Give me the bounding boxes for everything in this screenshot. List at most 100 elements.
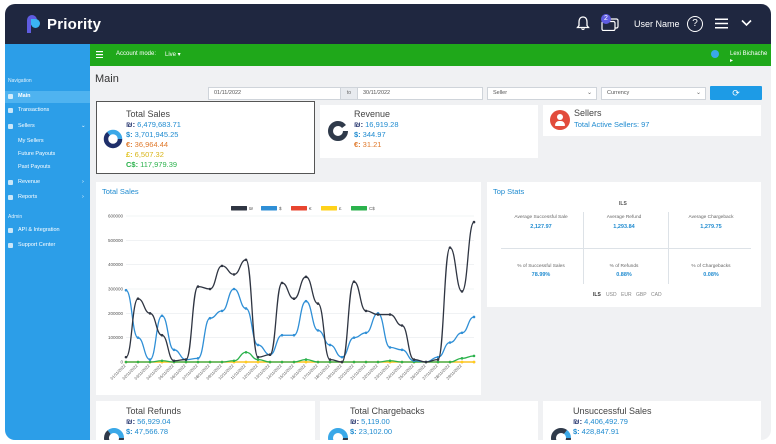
unsuccessful-sales-card[interactable]: Unsuccessful Sales ₪: 4,406,492.79 $: 428,… [543,401,761,440]
total-refunds-usd: $: 47,566.78 [126,427,169,436]
data-point [376,360,380,364]
data-point [304,275,308,279]
data-point [244,258,248,262]
bell-icon[interactable] [576,16,590,31]
data-point [280,281,284,285]
data-point [304,358,308,361]
total-refunds-ils: ₪: 56,929.04 [126,417,171,426]
data-point [292,333,296,337]
data-point [364,309,368,313]
total-chargebacks-title: Total Chargebacks [350,406,425,416]
data-point [268,353,272,356]
currency-tab-eur[interactable]: EUR [621,292,632,298]
data-point [256,355,260,359]
data-point [244,307,248,310]
total-sales-card[interactable]: Total Sales ₪: 6,479,683.71 $: 3,701,945.2… [96,101,315,174]
data-point [328,358,332,361]
donut-chart-icon [551,428,571,440]
sellers-title: Sellers [574,108,602,118]
data-point [472,315,476,319]
date-range-to-label: to [341,87,357,100]
globe-icon[interactable] [711,50,719,58]
seller-select[interactable]: Seller ⌄ [487,87,597,100]
account-mode-select[interactable]: Live ▾ [165,51,181,58]
revenue-card[interactable]: Revenue ₪: 16,919.28 $: 344.97 €: 31.21 [320,105,538,158]
account-mode-label: Account mode: [116,51,157,57]
data-point [124,288,128,292]
account-mode-bar: Account mode: Live ▾ Lexi Bichache ▸ [90,44,771,66]
date-from-input[interactable]: 01/11/2022 [208,87,341,100]
revenue-usd: $: 344.97 [354,130,386,139]
legend-swatch [351,206,367,211]
total-chargebacks-ils: ₪: 5,119.00 [350,417,390,426]
data-point [460,360,464,364]
legend-label: C$ [369,206,375,211]
pct-refunds-label: % of Refunds [609,264,639,269]
refresh-button[interactable]: ⟳ [710,86,762,100]
currency-tab-ils[interactable]: ILS [593,292,601,298]
currency-select[interactable]: Currency ⌄ [601,87,706,100]
data-point [400,348,404,352]
total-sales-eur: €: 36,964.44 [126,140,169,149]
currency-tab-usd[interactable]: USD [606,292,617,298]
data-point [400,324,404,327]
pct-successful-sales-label: % of Successful Sales [517,264,565,269]
total-refunds-card[interactable]: Total Refunds ₪: 56,929.04 $: 47,566.78 [96,401,315,440]
data-point [388,359,392,363]
data-point [340,360,344,364]
data-point [184,358,188,361]
revenue-title: Revenue [354,109,391,119]
donut-chart-icon [328,121,348,141]
top-stats-currency: ILS [619,201,627,207]
logo[interactable]: Priority [27,15,101,33]
data-point [448,246,452,249]
total-refunds-title: Total Refunds [126,406,182,416]
chevron-down-icon[interactable] [741,19,752,27]
avg-refund-label: Average Refund [606,215,642,220]
data-point [160,333,164,337]
data-point [328,360,332,364]
sidebar-item-past-payouts[interactable]: Past Payouts [18,164,50,170]
legend-label: ₪ [249,206,253,211]
grid-menu-icon[interactable] [96,51,103,58]
data-point [436,358,440,361]
data-point [388,346,392,349]
data-point [196,285,200,288]
legend-swatch [321,206,337,211]
date-to-input[interactable]: 30/11/2022 [357,87,483,100]
data-point [244,350,248,354]
data-point [124,355,128,359]
total-sales-cad: C$: 117,979.39 [126,160,178,169]
data-point [160,359,164,363]
notification-badge: 2 [601,14,611,24]
data-point [436,360,440,364]
total-chargebacks-card[interactable]: Total Chargebacks ₪: 5,119.00 $: 23,102.00 [320,401,538,440]
y-tick-label: 600000 [108,214,124,219]
data-point [256,360,260,364]
sellers-card[interactable]: Sellers Total Active Sellers: 97 [543,105,761,136]
help-icon[interactable]: ? [687,16,703,32]
user-name[interactable]: User Name [634,19,680,29]
data-point [208,360,212,364]
data-point [316,329,320,332]
data-point [460,357,464,360]
account-user-menu[interactable]: Lexi Bichache ▸ [730,51,771,64]
data-point [148,360,152,364]
currency-tab-gbp[interactable]: GBP [636,292,647,298]
currency-tab-cad[interactable]: CAD [651,292,662,298]
legend-label: $ [279,206,282,211]
sidebar-item-future-payouts[interactable]: Future Payouts [18,151,55,157]
avg-successful-sale-label: Average Successful Sale [514,215,568,220]
data-point [172,359,176,363]
total-sales-gbp: £: 6,507.32 [126,150,164,159]
y-tick-label: 400000 [108,262,124,267]
series-line [125,221,475,363]
data-point [292,360,296,364]
hamburger-menu-icon[interactable] [715,18,728,29]
avg-refund-value: 1,293.84 [613,224,635,230]
user-icon [550,110,570,130]
total-chargebacks-usd: $: 23,102.00 [350,427,393,436]
sidebar-item-my-sellers[interactable]: My Sellers [18,138,44,144]
data-point [280,360,284,364]
avg-chargeback-label: Average Chargeback [688,215,734,220]
